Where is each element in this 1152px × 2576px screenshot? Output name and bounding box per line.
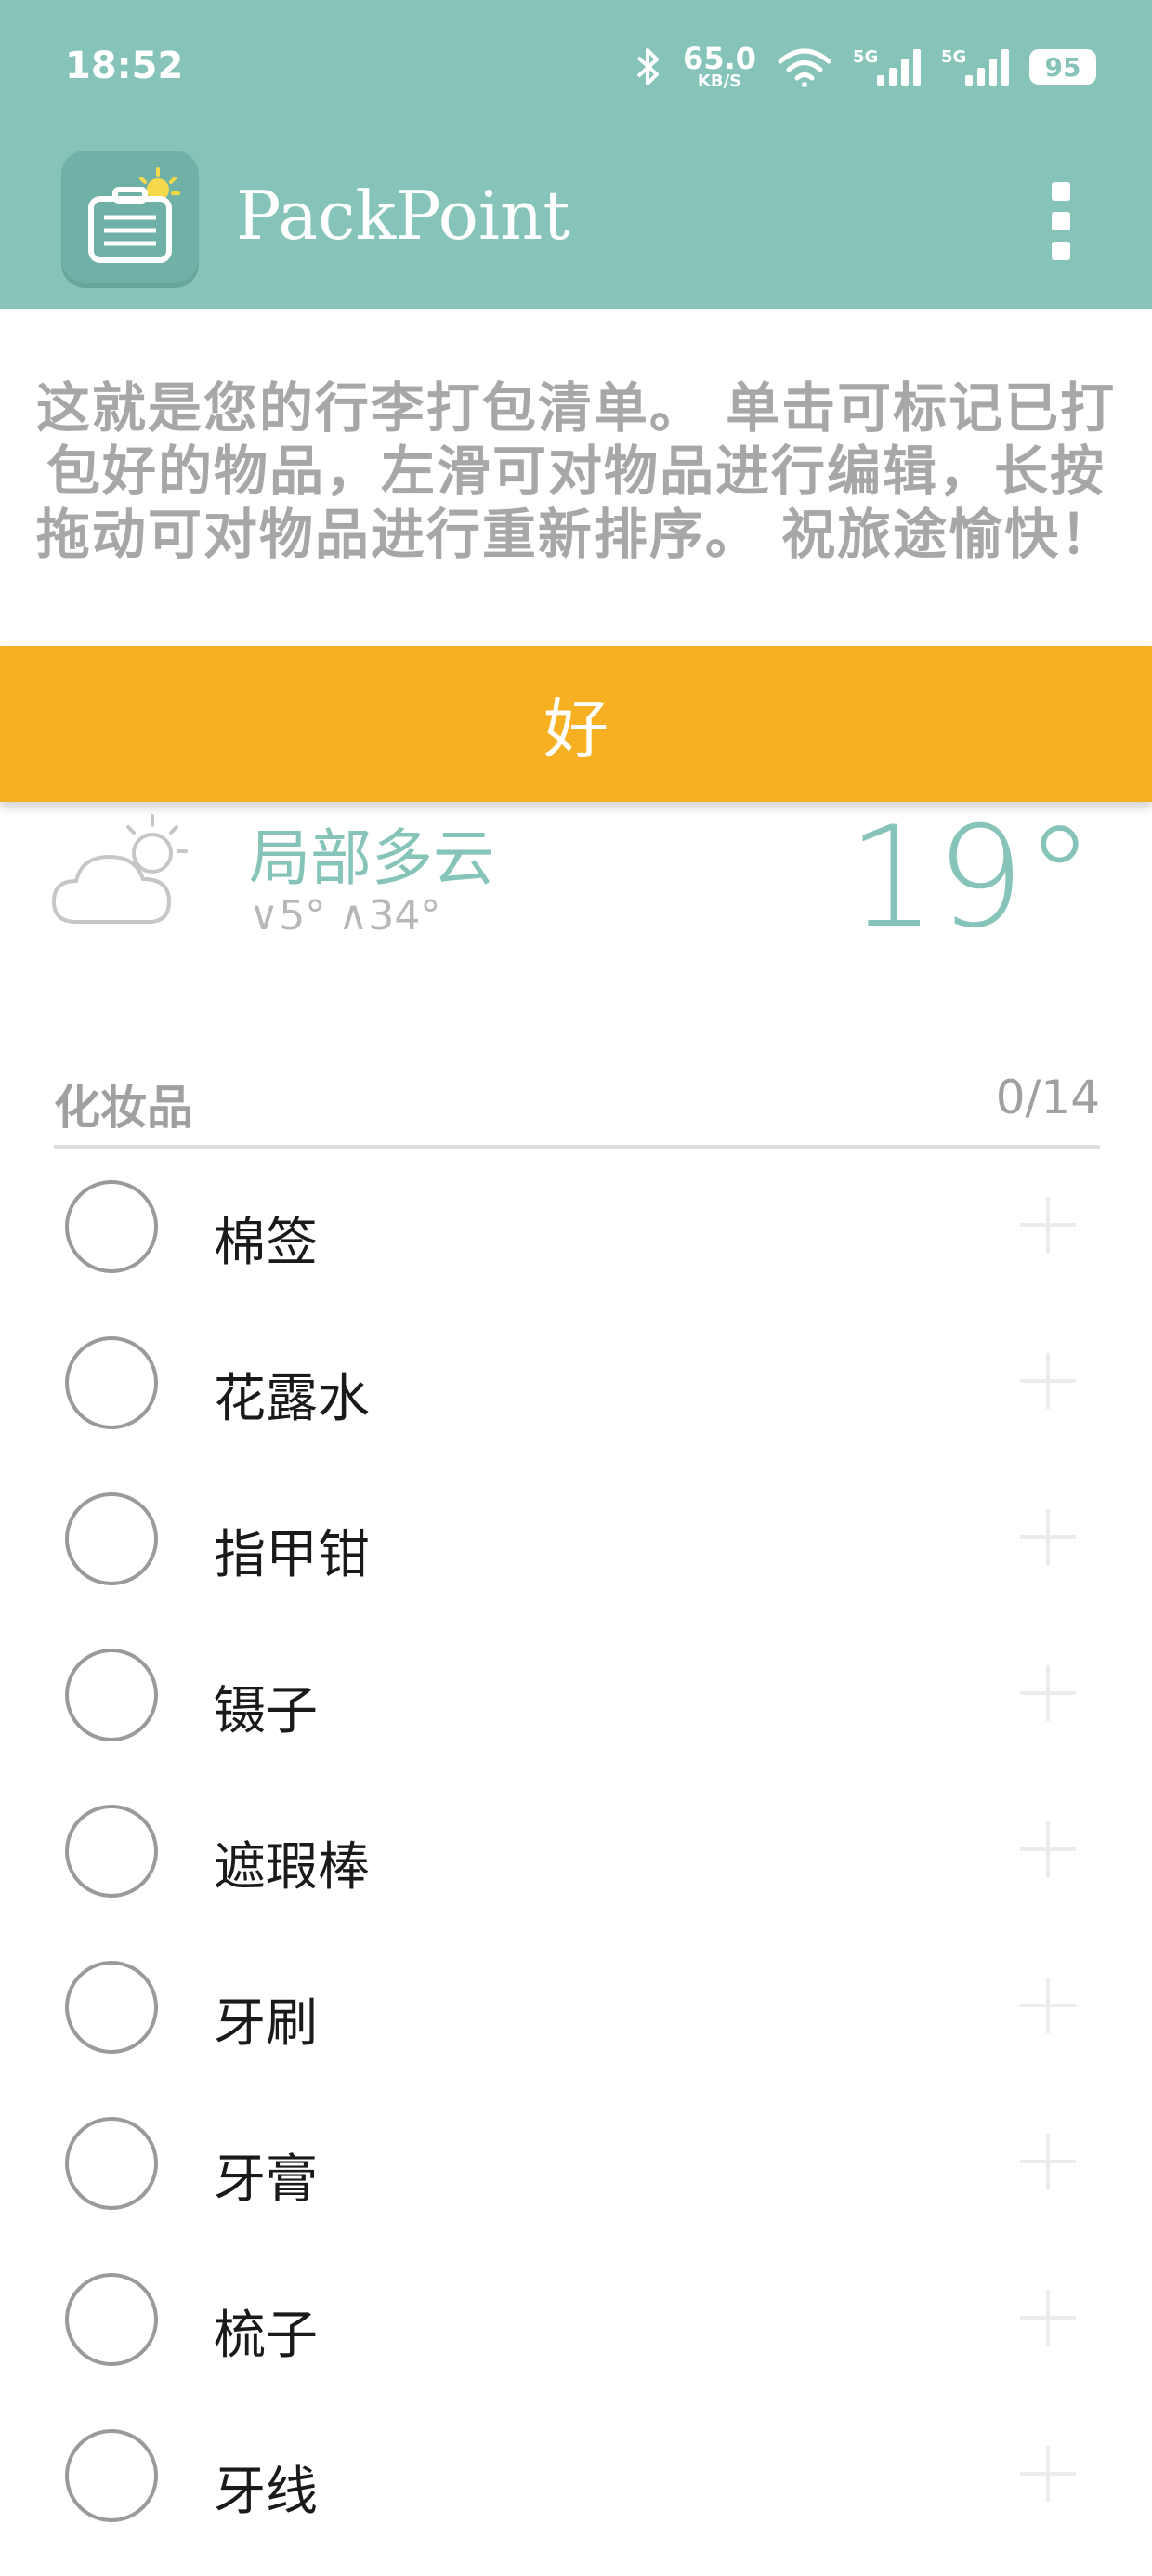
instruction-line-3: 拖动可对物品进行重新排序。 祝旅途愉快！ — [35, 503, 1117, 566]
check-circle-icon[interactable] — [65, 1961, 158, 2054]
item-label: 棉签 — [214, 1213, 318, 1273]
list-item[interactable]: 牙线 — [0, 2399, 1152, 2556]
check-circle-icon[interactable] — [65, 1649, 158, 1741]
network-speed-value: 65.0 — [683, 41, 756, 76]
item-label: 牙膏 — [214, 2149, 318, 2210]
signal-sim2-icon: 5G — [941, 47, 1009, 86]
instruction-banner: 这就是您的行李打包清单。 单击可标记已打 包好的物品，左滑可对物品进行编辑，长按… — [0, 309, 1152, 646]
sim1-label: 5G — [853, 47, 879, 67]
more-vert-icon[interactable] — [1041, 182, 1081, 260]
wifi-icon — [778, 48, 831, 87]
category-divider — [54, 1145, 1100, 1149]
suitcase-sun-icon — [61, 151, 199, 288]
plus-icon[interactable] — [1020, 1978, 1076, 2033]
plus-icon[interactable] — [1020, 1509, 1076, 1565]
check-circle-icon[interactable] — [65, 2273, 158, 2366]
list-item[interactable]: 牙刷 — [0, 1931, 1152, 2087]
ok-button[interactable]: 好 — [0, 646, 1152, 802]
list-item[interactable]: 花露水 — [0, 1307, 1152, 1463]
item-label: 牙刷 — [214, 1993, 318, 2054]
weather-range: ∨5° ∧34° — [249, 892, 441, 940]
category-count: 0/14 — [995, 1071, 1100, 1124]
item-label: 花露水 — [214, 1369, 370, 1429]
plus-icon[interactable] — [1020, 2446, 1076, 2502]
check-circle-icon[interactable] — [65, 1805, 158, 1898]
app-title: PackPoint — [236, 177, 570, 255]
item-label: 镊子 — [214, 1681, 318, 1741]
item-label: 指甲钳 — [214, 1525, 370, 1585]
list-item[interactable]: 梳子 — [0, 2243, 1152, 2399]
check-circle-icon[interactable] — [65, 2429, 158, 2522]
sim2-label: 5G — [941, 47, 967, 67]
item-label: 牙线 — [214, 2462, 318, 2522]
partly-cloudy-icon — [48, 805, 197, 935]
check-circle-icon[interactable] — [65, 1336, 158, 1429]
check-circle-icon[interactable] — [65, 1492, 158, 1585]
instruction-text: 这就是您的行李打包清单。 单击可标记已打 包好的物品，左滑可对物品进行编辑，长按… — [0, 376, 1152, 566]
list-item[interactable]: 棉签 — [0, 1150, 1152, 1307]
list-item[interactable]: 遮瑕棒 — [0, 1775, 1152, 1931]
plus-icon[interactable] — [1020, 1197, 1076, 1253]
item-label: 梳子 — [214, 2306, 318, 2366]
instruction-line-1: 这就是您的行李打包清单。 单击可标记已打 — [35, 376, 1117, 440]
battery-icon: 95 — [1029, 49, 1096, 85]
network-speed: 65.0 KB/S — [683, 44, 756, 90]
list-item[interactable]: 牙膏 — [0, 2087, 1152, 2243]
bluetooth-icon — [636, 48, 660, 85]
plus-icon[interactable] — [1020, 1665, 1076, 1721]
status-icons: 65.0 KB/S 5G 5G 95 — [635, 39, 1096, 95]
check-circle-icon[interactable] — [65, 2117, 158, 2210]
signal-sim1-icon: 5G — [853, 47, 921, 86]
network-speed-unit: KB/S — [697, 72, 742, 91]
weather-temperature: 19° — [847, 797, 1094, 959]
status-time: 18:52 — [65, 45, 184, 87]
check-circle-icon[interactable] — [65, 1180, 158, 1273]
plus-icon[interactable] — [1020, 2290, 1076, 2346]
list-item[interactable]: 镊子 — [0, 1619, 1152, 1775]
packing-list: 棉签 花露水 指甲钳 镊子 遮瑕棒 牙刷 牙膏 梳子 牙线 — [0, 1150, 1152, 2556]
item-label: 遮瑕棒 — [214, 1837, 370, 1898]
plus-icon[interactable] — [1020, 2134, 1076, 2189]
app-header: 18:52 65.0 KB/S 5G 5G 95 PackPoint — [0, 0, 1152, 309]
category-title: 化妆品 — [54, 1081, 193, 1135]
instruction-line-2: 包好的物品，左滑可对物品进行编辑，长按 — [46, 440, 1106, 503]
list-item[interactable]: 指甲钳 — [0, 1463, 1152, 1619]
weather-condition: 局部多云 — [249, 822, 494, 894]
plus-icon[interactable] — [1020, 1821, 1076, 1877]
plus-icon[interactable] — [1020, 1353, 1076, 1409]
